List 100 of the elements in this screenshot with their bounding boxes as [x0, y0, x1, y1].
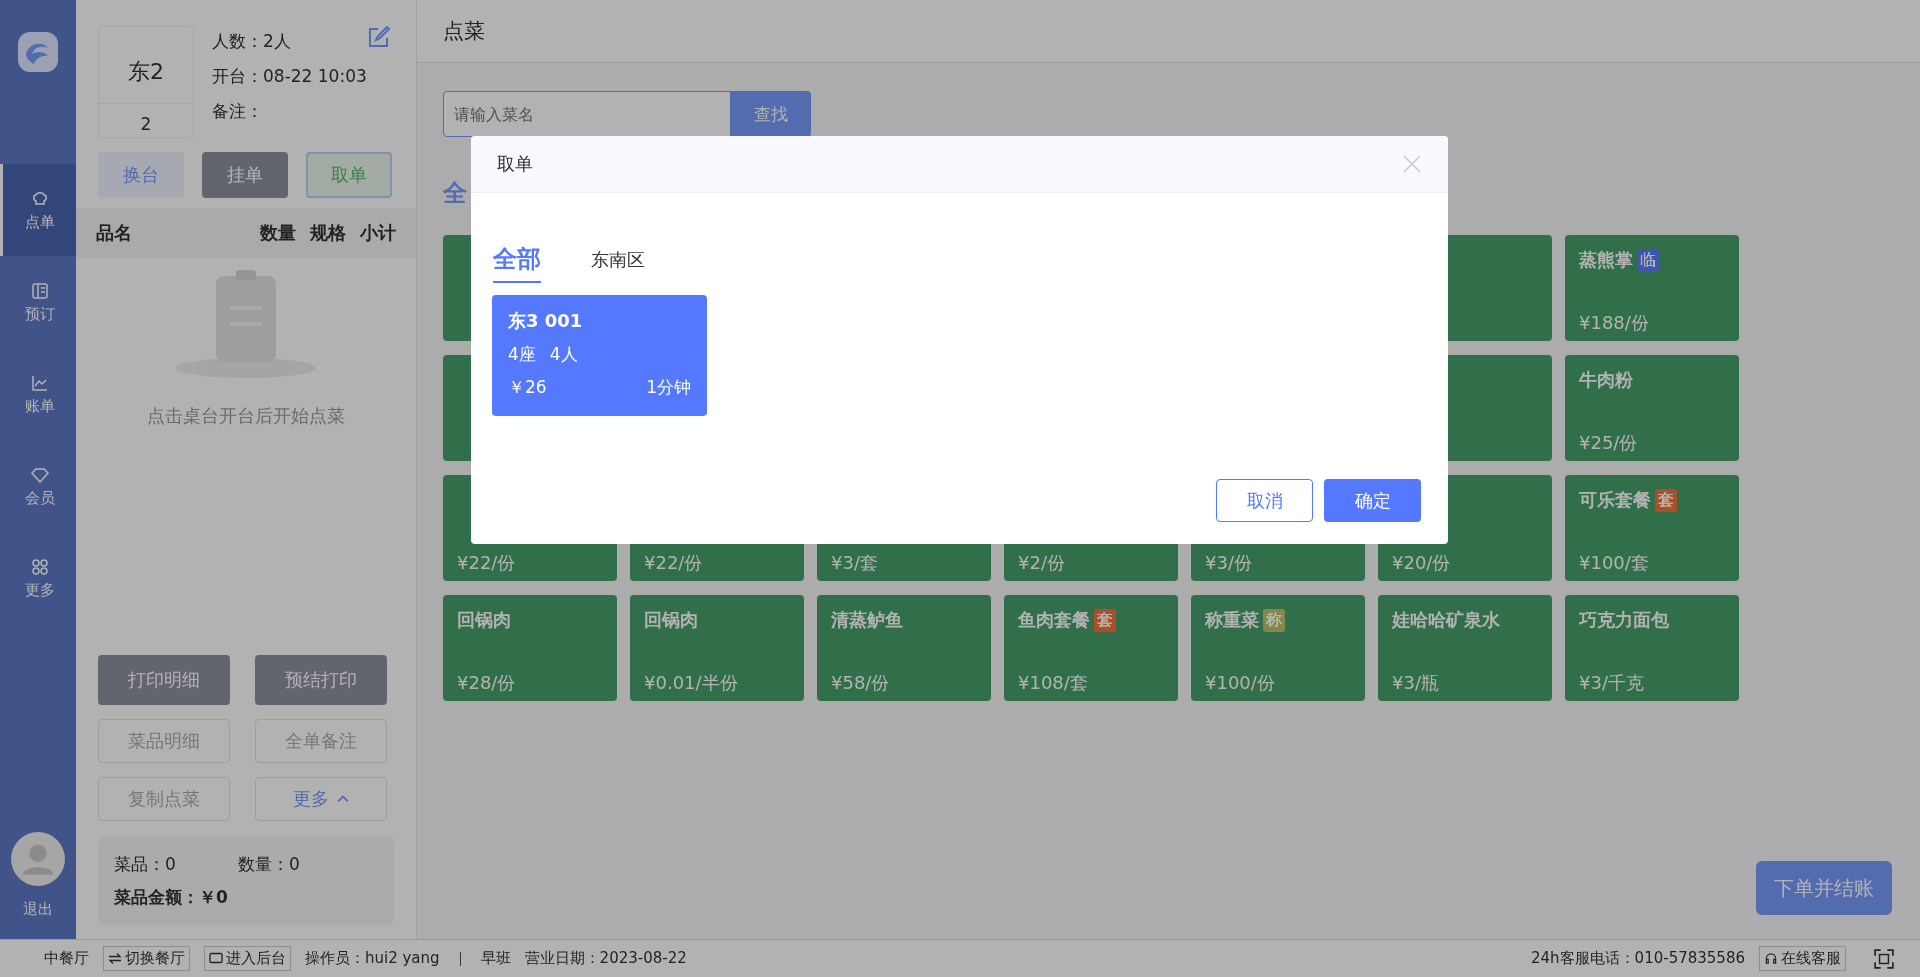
- dish-price: ¥3/千克: [1579, 671, 1645, 695]
- logo-icon: [16, 30, 60, 74]
- monitor-icon: [209, 952, 223, 965]
- table-name: 东2: [128, 58, 164, 86]
- search-field[interactable]: 请输入菜名: [443, 91, 731, 137]
- nav-item[interactable]: 会员: [0, 440, 76, 532]
- business-date: 营业日期：2023-08-22: [524, 949, 687, 968]
- dish-tag: 临: [1637, 248, 1659, 272]
- search-button[interactable]: 查找: [731, 91, 811, 137]
- table-action-button[interactable]: 换台: [98, 152, 184, 198]
- dish-price: ¥25/份: [1579, 431, 1639, 455]
- dish-name: 回锅肉: [644, 608, 698, 632]
- headset-icon: [1764, 952, 1778, 965]
- cancel-button[interactable]: 取消: [1216, 479, 1313, 522]
- logout-link[interactable]: 退出: [23, 900, 53, 919]
- area-tab[interactable]: 全部: [493, 243, 541, 283]
- dish-price: ¥3/瓶: [1392, 671, 1440, 695]
- dish-price: ¥3/套: [831, 551, 879, 575]
- dish-card[interactable]: 回锅肉 ¥28/份: [443, 595, 617, 701]
- avatar-icon[interactable]: [11, 832, 65, 886]
- table-number: 2: [99, 103, 193, 134]
- dish-price: ¥20/份: [1392, 551, 1452, 575]
- dish-price: ¥3/份: [1205, 551, 1253, 575]
- category-tab[interactable]: 全: [443, 179, 467, 207]
- backend-button[interactable]: 进入后台: [204, 946, 291, 971]
- dish-price: ¥188/份: [1579, 311, 1650, 335]
- dish-tag: 套: [1655, 488, 1677, 512]
- dish-name: 称重菜: [1205, 608, 1259, 632]
- seat-count: 4座: [508, 343, 536, 366]
- table-action-button[interactable]: 挂单: [202, 152, 288, 198]
- nav-item[interactable]: 点单: [0, 164, 76, 256]
- book-icon: [29, 280, 50, 301]
- column-header: 品名: [96, 221, 133, 245]
- area-tab[interactable]: 东南区: [591, 248, 645, 278]
- order-action-button[interactable]: 菜品明细: [98, 719, 230, 763]
- order-card[interactable]: 东3 001 4座 4人 ￥26 1分钟: [492, 295, 707, 416]
- dish-name: 牛肉粉: [1579, 368, 1633, 392]
- column-header: 数量: [260, 221, 296, 245]
- caret-icon: [337, 795, 349, 803]
- dish-card[interactable]: 鱼肉套餐 套 ¥108/套: [1004, 595, 1178, 701]
- dish-price: ¥108/套: [1018, 671, 1089, 695]
- amount-label: 菜品金额：: [114, 886, 199, 909]
- table-action-button[interactable]: 取单: [306, 152, 392, 198]
- dish-name: 清蒸鲈鱼: [831, 608, 903, 632]
- dish-card[interactable]: 清蒸鲈鱼 ¥58/份: [817, 595, 991, 701]
- dish-name: 回锅肉: [457, 608, 511, 632]
- dish-card[interactable]: 巧克力面包 ¥3/千克: [1565, 595, 1739, 701]
- order-action-button[interactable]: 更多: [255, 777, 387, 821]
- column-header: 规格: [310, 221, 346, 245]
- open-time: 开台：08-22 10:03: [212, 65, 367, 88]
- dish-price: ¥22/份: [457, 551, 517, 575]
- guest-count: 4人: [549, 343, 578, 366]
- page-title: 点菜: [443, 18, 485, 45]
- dish-price: ¥100/份: [1205, 671, 1276, 695]
- fullscreen-icon[interactable]: [1874, 948, 1894, 969]
- online-service-button[interactable]: 在线客服: [1759, 946, 1846, 971]
- order-action-button[interactable]: 全单备注: [255, 719, 387, 763]
- checkout-button[interactable]: 下单并结账: [1756, 861, 1892, 915]
- order-action-button[interactable]: 复制点菜: [98, 777, 230, 821]
- confirm-button[interactable]: 确定: [1324, 479, 1421, 522]
- dish-name: 娃哈哈矿泉水: [1392, 608, 1500, 632]
- operator-label: 操作员：hui2 yang: [305, 949, 440, 968]
- dish-price: ¥100/套: [1579, 551, 1650, 575]
- dish-name: 巧克力面包: [1579, 608, 1669, 632]
- dish-name: 可乐套餐: [1579, 488, 1651, 512]
- switch-restaurant-button[interactable]: 切换餐厅: [103, 946, 190, 971]
- dish-price: ¥22/份: [644, 551, 704, 575]
- dish-tag: 套: [1094, 608, 1116, 632]
- order-table: 东3 001: [508, 309, 691, 333]
- swap-icon: [108, 952, 122, 965]
- order-amount: ￥26: [508, 376, 547, 399]
- order-action-button[interactable]: 预结打印: [255, 655, 387, 705]
- dish-price: ¥0.01/半份: [644, 671, 739, 695]
- nav-item[interactable]: 账单: [0, 348, 76, 440]
- column-header: 小计: [360, 221, 396, 245]
- dish-price: ¥28/份: [457, 671, 517, 695]
- shift-label: 早班: [480, 949, 511, 968]
- nav-item[interactable]: 更多: [0, 532, 76, 624]
- dish-card[interactable]: 牛肉粉 ¥25/份: [1565, 355, 1739, 461]
- dish-card[interactable]: 回锅肉 ¥0.01/半份: [630, 595, 804, 701]
- dialog-title: 取单: [497, 152, 533, 176]
- hotline-text: 24h客服电话：010-57835586: [1531, 949, 1745, 968]
- dish-card[interactable]: 称重菜 称 ¥100/份: [1191, 595, 1365, 701]
- dish-name: 鱼肉套餐: [1018, 608, 1090, 632]
- dish-name: 蒸熊掌: [1579, 248, 1633, 272]
- dish-card[interactable]: 蒸熊掌 临 ¥188/份: [1565, 235, 1739, 341]
- amount-value: ￥0: [199, 886, 228, 909]
- dish-card[interactable]: 娃哈哈矿泉水 ¥3/瓶: [1378, 595, 1552, 701]
- nav-item[interactable]: 预订: [0, 256, 76, 348]
- dish-price: ¥2/份: [1018, 551, 1066, 575]
- empty-hint: 点击桌台开台后开始点菜: [147, 404, 345, 428]
- guest-count: 人数：2人: [212, 30, 292, 53]
- order-action-button[interactable]: 打印明细: [98, 655, 230, 705]
- dish-card[interactable]: 可乐套餐 套 ¥100/套: [1565, 475, 1739, 581]
- dish-count: 菜品：0: [114, 853, 177, 876]
- quantity-count: 数量：0: [238, 853, 300, 876]
- note-label: 备注：: [212, 100, 264, 123]
- dish-price: ¥58/份: [831, 671, 891, 695]
- grid-icon: [29, 556, 50, 577]
- dish-tag: 称: [1263, 608, 1285, 632]
